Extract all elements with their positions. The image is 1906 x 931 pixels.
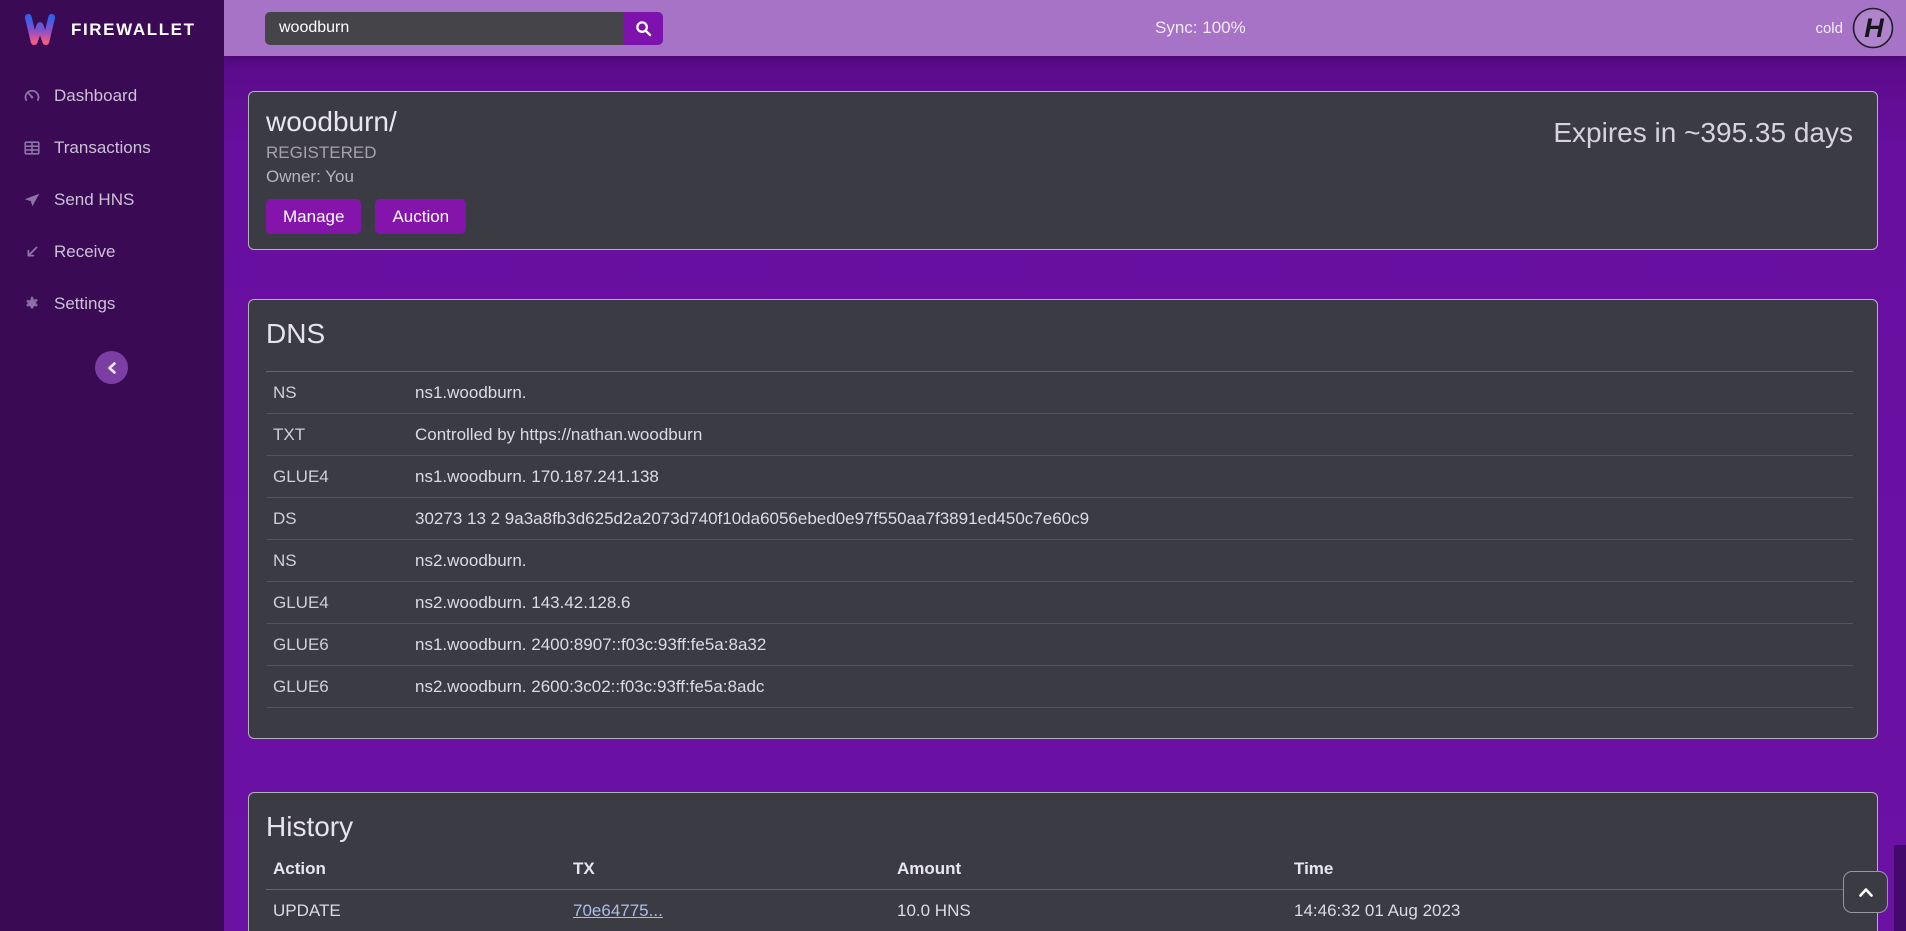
history-time: 14:46:32 01 Aug 2023 [1294, 901, 1853, 921]
dns-card: DNS NS ns1.woodburn. TXT Controlled by h… [248, 299, 1878, 739]
sidebar-item-dashboard[interactable]: Dashboard [0, 70, 224, 122]
history-table-header: Action TX Amount Time [266, 857, 1853, 890]
history-section-title: History [266, 810, 1853, 843]
record-value: Controlled by https://nathan.woodburn [415, 425, 702, 445]
record-type: GLUE6 [273, 635, 415, 655]
settings-icon [22, 295, 41, 314]
record-type: NS [273, 383, 415, 403]
record-value: 30273 13 2 9a3a8fb3d625d2a2073d740f10da6… [415, 509, 1089, 529]
domain-card-left: woodburn/ REGISTERED Owner: You Manage A… [266, 107, 466, 234]
column-header-amount: Amount [897, 859, 1294, 879]
table-row: GLUE4 ns2.woodburn. 143.42.128.6 [266, 582, 1853, 624]
sidebar-item-settings[interactable]: Settings [0, 278, 224, 330]
wallet-name-label: cold [1815, 20, 1843, 37]
owner-label: Owner: You [266, 167, 466, 187]
content: woodburn/ REGISTERED Owner: You Manage A… [224, 56, 1906, 931]
record-type: GLUE4 [273, 593, 415, 613]
record-type: GLUE6 [273, 677, 415, 697]
search-button[interactable] [623, 12, 663, 45]
wallet-menu: cold H [1815, 7, 1906, 49]
record-type: TXT [273, 425, 415, 445]
record-value: ns2.woodburn. [415, 551, 527, 571]
table-row: NS ns1.woodburn. [266, 372, 1853, 414]
sidebar: FIREWALLET Dashboard [0, 0, 224, 931]
sidebar-item-transactions[interactable]: Transactions [0, 122, 224, 174]
table-row: NS ns2.woodburn. [266, 540, 1853, 582]
search-input[interactable] [265, 12, 623, 45]
main-area: Sync: 100% cold H woodburn/ REGISTERED O… [224, 0, 1906, 931]
auction-button[interactable]: Auction [375, 199, 466, 234]
record-value: ns2.woodburn. 2600:3c02::f03c:93ff:fe5a:… [415, 677, 764, 697]
tx-link[interactable]: 70e64775... [573, 901, 663, 920]
scrollbar-thumb[interactable] [1894, 845, 1906, 931]
search-bar [265, 12, 663, 45]
sidebar-nav: Dashboard Transactions [0, 70, 224, 330]
dns-section-title: DNS [266, 317, 1853, 350]
record-value: ns2.woodburn. 143.42.128.6 [415, 593, 631, 613]
table-row: GLUE4 ns1.woodburn. 170.187.241.138 [266, 456, 1853, 498]
topbar: Sync: 100% cold H [224, 0, 1906, 56]
sidebar-item-label: Settings [54, 293, 115, 315]
column-header-tx: TX [573, 859, 897, 879]
record-type: DS [273, 509, 415, 529]
table-row: GLUE6 ns1.woodburn. 2400:8907::f03c:93ff… [266, 624, 1853, 666]
chevron-left-icon [107, 362, 117, 374]
page-title: woodburn/ [266, 107, 466, 137]
chevron-up-icon [1859, 888, 1873, 897]
firewallet-logo[interactable]: FIREWALLET [0, 0, 224, 58]
sidebar-item-send-hns[interactable]: Send HNS [0, 174, 224, 226]
sidebar-item-label: Transactions [54, 137, 151, 159]
dashboard-icon [22, 87, 41, 106]
record-value: ns1.woodburn. 2400:8907::f03c:93ff:fe5a:… [415, 635, 766, 655]
send-icon [22, 191, 41, 210]
sync-status: Sync: 100% [1155, 18, 1246, 38]
history-action: UPDATE [273, 901, 573, 921]
table-row: TXT Controlled by https://nathan.woodbur… [266, 414, 1853, 456]
search-icon [635, 20, 652, 37]
domain-card: woodburn/ REGISTERED Owner: You Manage A… [248, 91, 1878, 250]
column-header-action: Action [273, 859, 573, 879]
sidebar-item-label: Receive [54, 241, 115, 263]
table-row: GLUE6 ns2.woodburn. 2600:3c02::f03c:93ff… [266, 666, 1853, 708]
dns-table: NS ns1.woodburn. TXT Controlled by https… [266, 371, 1853, 708]
app-title: FIREWALLET [71, 20, 196, 40]
record-type: NS [273, 551, 415, 571]
firewallet-logo-icon [22, 12, 58, 48]
app-root: FIREWALLET Dashboard [0, 0, 1906, 931]
scroll-top-button[interactable] [1843, 871, 1888, 913]
sidebar-collapse-button[interactable] [95, 351, 128, 384]
table-row: UPDATE 70e64775... 10.0 HNS 14:46:32 01 … [266, 890, 1853, 931]
transactions-icon [22, 139, 41, 158]
sidebar-item-label: Send HNS [54, 189, 134, 211]
manage-button[interactable]: Manage [266, 199, 361, 234]
svg-text:H: H [1864, 13, 1884, 43]
history-card: History Action TX Amount Time UPDATE 70e… [248, 792, 1878, 931]
hns-logo[interactable]: H [1852, 7, 1894, 49]
record-type: GLUE4 [273, 467, 415, 487]
expires-label: Expires in ~395.35 days [1553, 118, 1853, 148]
sidebar-item-receive[interactable]: Receive [0, 226, 224, 278]
history-amount: 10.0 HNS [897, 901, 1294, 921]
status-badge: REGISTERED [266, 143, 466, 163]
table-row: DS 30273 13 2 9a3a8fb3d625d2a2073d740f10… [266, 498, 1853, 540]
column-header-time: Time [1294, 859, 1853, 879]
record-value: ns1.woodburn. [415, 383, 527, 403]
receive-icon [22, 243, 41, 262]
sidebar-item-label: Dashboard [54, 85, 137, 107]
record-value: ns1.woodburn. 170.187.241.138 [415, 467, 659, 487]
domain-actions: Manage Auction [266, 199, 466, 234]
